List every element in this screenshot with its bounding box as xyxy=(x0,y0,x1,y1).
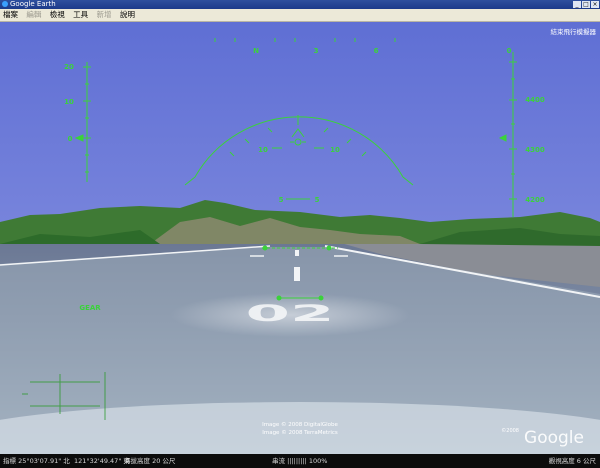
altitude-tick-0: 0 xyxy=(507,47,512,55)
maximize-button[interactable]: □ xyxy=(582,1,590,8)
exit-flight-simulator-link[interactable]: 結束飛行模擬器 xyxy=(551,27,597,36)
altitude-tick-4200: 4200 xyxy=(525,196,545,204)
menu-add[interactable]: 新增 xyxy=(94,9,115,21)
pointer-longitude: 121°32'49.47" 東 xyxy=(74,457,130,465)
pointer-latitude: 指標 25°03'07.91" 北 xyxy=(3,457,70,465)
flight-path-marker xyxy=(294,138,302,146)
threshold-mark-right xyxy=(334,255,348,257)
streaming-progress: 串流 ||||||||| 100% xyxy=(272,457,328,465)
pitch-label-left-10: 10 xyxy=(258,146,268,154)
speed-tick-10: 10 xyxy=(64,98,74,106)
attribution-line-2: Image © 2008 TerraMetrics xyxy=(262,429,338,436)
title-bar: Google Earth _ □ × xyxy=(0,0,600,9)
altitude-tick-4400: 4400 xyxy=(525,96,545,104)
speed-tick-0: 0 xyxy=(68,135,73,143)
eye-altitude: 觀視高度 6 公尺 xyxy=(548,457,596,465)
terrain-elevation: 海拔高度 20 公尺 xyxy=(124,457,176,465)
menu-view[interactable]: 檢視 xyxy=(47,9,68,21)
copyright-year: ©2008 xyxy=(501,427,519,434)
heading-label-n: N xyxy=(253,47,259,55)
attribution-line-1: Image © 2008 DigitalGlobe xyxy=(262,421,338,428)
centerline-dash-1 xyxy=(295,250,299,256)
gear-indicator: GEAR xyxy=(79,304,101,312)
threshold-mark-left xyxy=(250,255,264,257)
heading-scale xyxy=(214,38,396,42)
menu-edit[interactable]: 編輯 xyxy=(23,9,44,21)
menu-tools[interactable]: 工具 xyxy=(70,9,91,21)
pitch-label-left-5: 5 xyxy=(279,196,284,204)
heading-label-6: 6 xyxy=(374,47,379,55)
altitude-tape xyxy=(498,52,517,217)
airspeed-tape xyxy=(74,62,91,182)
menu-bar: 檔案 編輯 檢視 工具 新增 說明 xyxy=(0,9,600,22)
pitch-label-right-5: 5 xyxy=(315,196,320,204)
status-bar: 指標 25°03'07.91" 北 121°32'49.47" 東 海拔高度 2… xyxy=(0,454,600,468)
bank-pointer xyxy=(291,115,305,138)
pitch-ladder-arc xyxy=(184,116,414,186)
minimize-button[interactable]: _ xyxy=(573,1,581,8)
menu-help[interactable]: 說明 xyxy=(117,9,138,21)
google-earth-app-icon xyxy=(2,1,8,7)
google-logo: Google xyxy=(524,428,584,448)
pitch-label-right-10: 10 xyxy=(330,146,340,154)
runway-number: 02 xyxy=(245,301,334,326)
flight-simulator-view[interactable]: 02 N 3 6 20 10 0 0 4400 4300 4200 10 10 … xyxy=(0,22,600,454)
centerline-dash-2 xyxy=(294,267,300,281)
altitude-tick-4300: 4300 xyxy=(525,146,545,154)
heading-label-3: 3 xyxy=(314,47,319,55)
speed-tick-20: 20 xyxy=(64,63,74,71)
close-button[interactable]: × xyxy=(591,1,599,8)
menu-file[interactable]: 檔案 xyxy=(0,9,21,21)
window-title: Google Earth xyxy=(10,0,56,8)
